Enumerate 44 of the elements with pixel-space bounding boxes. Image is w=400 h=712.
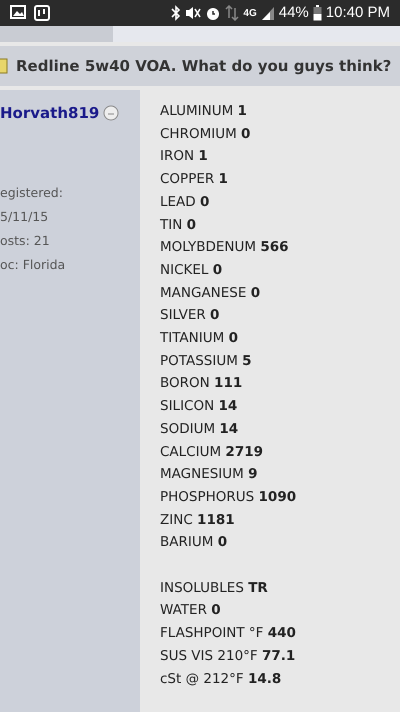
user-detail: oc: Florida	[0, 256, 66, 274]
battery-percentage: 44%	[278, 2, 309, 23]
battery-icon	[312, 5, 322, 21]
post-line: TIN 0	[160, 216, 198, 235]
user-detail: 5/11/15	[0, 208, 50, 226]
post-line: POTASSIUM 5	[160, 352, 253, 371]
post-line: MANGANESE 0	[160, 284, 262, 303]
post-line: MOLYBDENUM 566	[160, 238, 290, 258]
post-line: SUS VIS 210°F 77.1	[160, 646, 296, 666]
post-line: SODIUM 14	[160, 420, 240, 439]
post-line: COPPER 1	[160, 170, 229, 190]
post-line: PHOSPHORUS 1090	[160, 488, 298, 507]
signal-icon	[260, 6, 275, 20]
post-line: INSOLUBLES TR	[160, 578, 269, 598]
alarm-icon	[205, 5, 222, 21]
username[interactable]: Horvath819	[0, 102, 100, 124]
gallery-icon	[10, 5, 26, 19]
post-line: MAGNESIUM 9	[160, 465, 259, 484]
user-detail: osts: 21	[0, 232, 51, 250]
post-line: SILVER 0	[160, 306, 220, 326]
post-line: BORON 111	[160, 374, 244, 394]
post-line: cSt @ 212°F 14.8	[160, 670, 282, 689]
clock: 10:40 PM	[326, 2, 390, 23]
topic-options-tab[interactable]	[0, 26, 113, 42]
post-line: BARIUM 0	[160, 533, 228, 552]
post-line: ZINC 1181	[160, 510, 236, 530]
post-line: CHROMIUM 0	[160, 124, 252, 144]
document-icon	[0, 58, 8, 74]
bluetooth-icon	[171, 5, 182, 21]
post-line: TITANIUM 0	[160, 329, 239, 348]
post-line: NICKEL 0	[160, 260, 224, 280]
post-line: SILICON 14	[160, 397, 238, 416]
user-detail: egistered:	[0, 184, 64, 202]
post-line: WATER 0	[160, 601, 222, 620]
post-line: LEAD 0	[160, 192, 210, 212]
status-icon	[103, 105, 120, 122]
mute-icon	[185, 5, 202, 21]
network-type: 4G	[243, 6, 257, 20]
post-line: FLASHPOINT °F 440	[160, 624, 297, 644]
thread-title: Redline 5w40 VOA. What do you guys think?	[16, 56, 392, 77]
post-line: IRON 1	[160, 147, 209, 166]
post-line: CALCIUM 2719	[160, 442, 264, 462]
post-line: ALUMINUM 1	[160, 102, 248, 121]
data-transfer-icon	[225, 5, 240, 21]
